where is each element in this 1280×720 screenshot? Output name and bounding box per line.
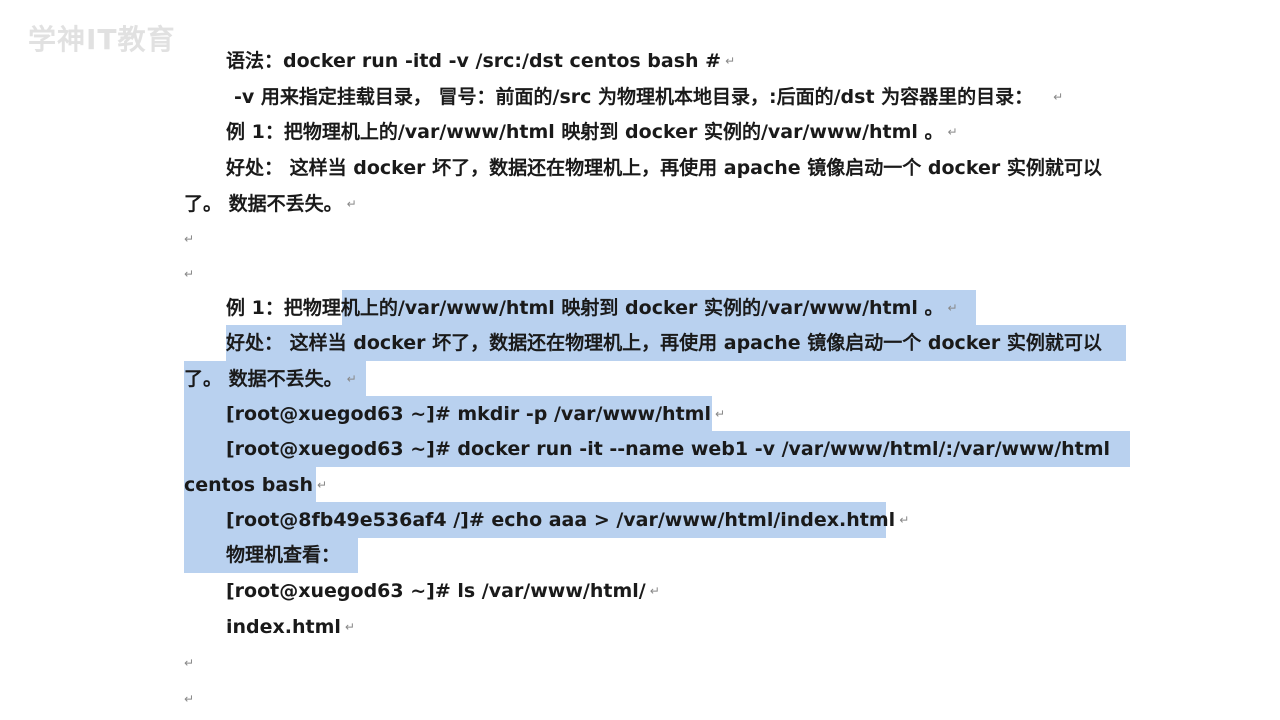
paragraph-mark-icon: ↵ (899, 513, 910, 527)
paragraph-mark-icon: ↵ (344, 620, 355, 634)
paragraph-mark-icon: ↵ (317, 478, 328, 492)
paragraph-mark-icon: ↵ (1053, 90, 1064, 104)
paragraph-mark-icon: ↵ (725, 54, 736, 68)
paragraph-mark-icon: ↵ (649, 584, 660, 598)
document-page: 语法：docker run -itd -v /src:/dst centos b… (0, 0, 1280, 720)
paragraph-mark-icon: ↵ (184, 232, 195, 246)
paragraph-mark-icon: ↵ (346, 197, 357, 211)
paragraph-mark-icon: ↵ (184, 267, 195, 281)
paragraph-mark-icon: ↵ (184, 692, 195, 706)
paragraph-mark-icon: ↵ (947, 125, 958, 139)
paragraph-mark-icon: ↵ (714, 407, 726, 421)
paragraph-mark-icon: ↵ (947, 301, 958, 315)
paragraph-mark-icon: ↵ (184, 656, 195, 670)
paragraph-mark-icon: ↵ (346, 372, 357, 386)
